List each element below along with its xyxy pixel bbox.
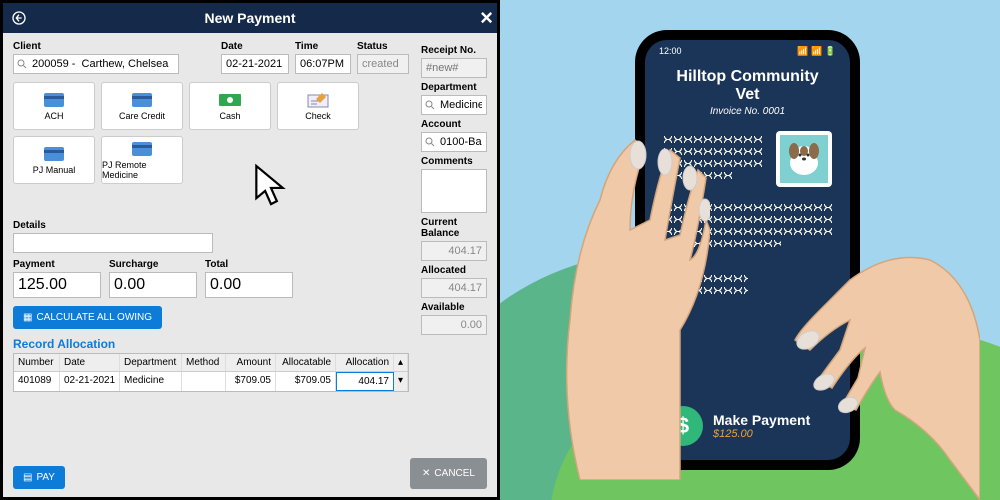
vet-title: Hilltop Community Vet bbox=[663, 68, 832, 104]
dialog-title: New Payment bbox=[204, 10, 295, 26]
make-payment-button[interactable]: $ Make Payment$125.00 bbox=[663, 406, 832, 446]
date-input[interactable] bbox=[221, 54, 289, 74]
payment-method-grid: ACH Care Credit Cash Check PJ Manual PJ … bbox=[13, 82, 409, 184]
table-scroll[interactable]: ▴ bbox=[394, 354, 408, 371]
phone-frame: 12:00📶 📶 🔋 Hilltop Community Vet Invoice… bbox=[635, 30, 860, 470]
time-input[interactable] bbox=[295, 54, 351, 74]
total-input[interactable] bbox=[205, 272, 293, 298]
phone-illustration: 12:00📶 📶 🔋 Hilltop Community Vet Invoice… bbox=[500, 0, 1000, 500]
comments-input[interactable] bbox=[421, 169, 487, 213]
details-input[interactable] bbox=[13, 233, 213, 253]
new-payment-dialog: New Payment × Client Date Time Status AC… bbox=[3, 3, 497, 497]
dialog-header: New Payment × bbox=[3, 3, 497, 33]
close-icon[interactable]: × bbox=[480, 5, 493, 31]
surcharge-input[interactable] bbox=[109, 272, 197, 298]
available-display bbox=[421, 315, 487, 335]
pay-method-cash[interactable]: Cash bbox=[189, 82, 271, 130]
pay-method-check[interactable]: Check bbox=[277, 82, 359, 130]
pay-button[interactable]: ▤ PAY bbox=[13, 466, 65, 489]
dollar-icon: $ bbox=[663, 406, 703, 446]
back-icon[interactable] bbox=[11, 10, 27, 26]
search-icon bbox=[16, 58, 28, 70]
pet-avatar bbox=[776, 131, 832, 187]
status-input bbox=[357, 54, 409, 74]
pay-method-ach[interactable]: ACH bbox=[13, 82, 95, 130]
allocation-cell[interactable]: 404.17 bbox=[336, 372, 394, 391]
payment-input[interactable] bbox=[13, 272, 101, 298]
calculate-button[interactable]: ▦ CALCULATE ALL OWING bbox=[13, 306, 162, 329]
balance-display bbox=[421, 241, 487, 261]
allocation-table: Number Date Department Method Amount All… bbox=[13, 353, 409, 392]
pay-method-carecredit[interactable]: Care Credit bbox=[101, 82, 183, 130]
pay-method-pjremote[interactable]: PJ Remote Medicine bbox=[101, 136, 183, 184]
search-icon bbox=[424, 136, 436, 148]
pay-method-pjmanual[interactable]: PJ Manual bbox=[13, 136, 95, 184]
table-row[interactable]: 401089 02-21-2021 Medicine $709.05 $709.… bbox=[14, 372, 408, 391]
receipt-input bbox=[421, 58, 487, 78]
search-icon bbox=[424, 99, 436, 111]
allocation-title: Record Allocation bbox=[13, 337, 409, 351]
allocated-display bbox=[421, 278, 487, 298]
invoice-subtitle: Invoice No. 0001 bbox=[663, 106, 832, 117]
phone-statusbar: 12:00📶 📶 🔋 bbox=[659, 46, 836, 57]
phone-screen: 12:00📶 📶 🔋 Hilltop Community Vet Invoice… bbox=[645, 40, 850, 460]
cancel-button[interactable]: ✕ CANCEL bbox=[410, 458, 487, 489]
client-input[interactable] bbox=[13, 54, 179, 74]
